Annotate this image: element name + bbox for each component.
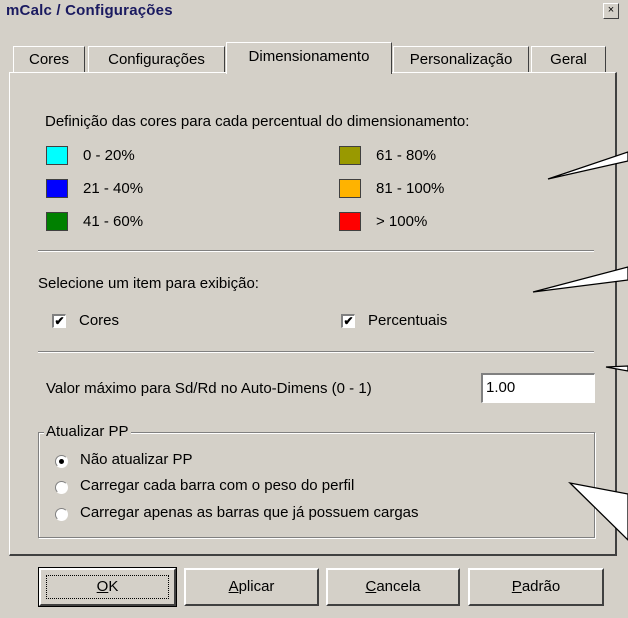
radio-peso-perfil[interactable] bbox=[55, 481, 68, 494]
cancela-button-mnemonic: C bbox=[365, 578, 377, 595]
aplicar-button-label: plicar bbox=[238, 578, 275, 595]
callout-pointer-update-pp bbox=[568, 481, 628, 541]
tab-configuracoes[interactable]: Configurações bbox=[88, 46, 225, 72]
callout-pointer-max-value bbox=[605, 365, 628, 372]
radio-barras-com-cargas[interactable] bbox=[55, 508, 68, 521]
tab-geral[interactable]: Geral bbox=[531, 46, 606, 72]
tab-cores[interactable]: Cores bbox=[13, 46, 85, 72]
radio-peso-perfil-label[interactable]: Carregar cada barra com o peso do perfil bbox=[80, 477, 354, 494]
color-range-label: 61 - 80% bbox=[376, 147, 437, 164]
padrao-button-label: adrão bbox=[521, 578, 561, 595]
title-bar: mCalc / Configurações × bbox=[0, 0, 628, 22]
padrao-button-mnemonic: P bbox=[511, 578, 522, 595]
cancela-button-label: ancela bbox=[376, 578, 421, 595]
percentuais-checkbox[interactable]: ✔ bbox=[341, 314, 355, 328]
callout-pointer-display bbox=[532, 266, 628, 293]
display-section-heading: Selecione um item para exibição: bbox=[38, 275, 259, 292]
cores-checkbox[interactable]: ✔ bbox=[52, 314, 66, 328]
tab-dimensionamento[interactable]: Dimensionamento bbox=[226, 42, 392, 74]
focus-rectangle bbox=[46, 575, 169, 599]
color-swatch-0-20[interactable] bbox=[46, 146, 68, 165]
radio-barras-com-cargas-label[interactable]: Carregar apenas as barras que já possuem… bbox=[80, 504, 419, 521]
cores-checkbox-label[interactable]: Cores bbox=[79, 312, 119, 329]
cancela-button[interactable]: Cancela bbox=[326, 568, 460, 606]
checkmark-icon: ✔ bbox=[54, 314, 65, 328]
color-range-label: 21 - 40% bbox=[83, 180, 144, 197]
radio-nao-atualizar[interactable] bbox=[55, 455, 68, 468]
close-icon[interactable]: × bbox=[603, 3, 619, 19]
color-range-label: 0 - 20% bbox=[83, 147, 135, 164]
colors-section-heading: Definição das cores para cada percentual… bbox=[45, 113, 470, 130]
padrao-button[interactable]: Padrão bbox=[468, 568, 604, 606]
aplicar-button-mnemonic: A bbox=[228, 578, 239, 595]
percentuais-checkbox-label[interactable]: Percentuais bbox=[368, 312, 447, 329]
color-swatch-81-100[interactable] bbox=[339, 179, 361, 198]
color-range-label: 41 - 60% bbox=[83, 213, 144, 230]
color-range-label: 81 - 100% bbox=[376, 180, 445, 197]
color-swatch-61-80[interactable] bbox=[339, 146, 361, 165]
ok-button[interactable]: OK bbox=[38, 567, 177, 607]
window-title: mCalc / Configurações bbox=[6, 2, 173, 19]
color-swatch-41-60[interactable] bbox=[46, 212, 68, 231]
callout-pointers bbox=[532, 151, 628, 541]
radio-nao-atualizar-label[interactable]: Não atualizar PP bbox=[80, 451, 193, 468]
color-swatch-over-100[interactable] bbox=[339, 212, 361, 231]
update-pp-legend: Atualizar PP bbox=[44, 423, 131, 440]
color-swatch-21-40[interactable] bbox=[46, 179, 68, 198]
checkmark-icon: ✔ bbox=[343, 314, 354, 328]
tab-personalizacao[interactable]: Personalização bbox=[393, 46, 529, 72]
max-value-label: Valor máximo para Sd/Rd no Auto-Dimens (… bbox=[46, 380, 372, 397]
callout-pointer-colors bbox=[547, 151, 628, 180]
color-range-label: > 100% bbox=[376, 213, 428, 230]
aplicar-button[interactable]: Aplicar bbox=[184, 568, 319, 606]
